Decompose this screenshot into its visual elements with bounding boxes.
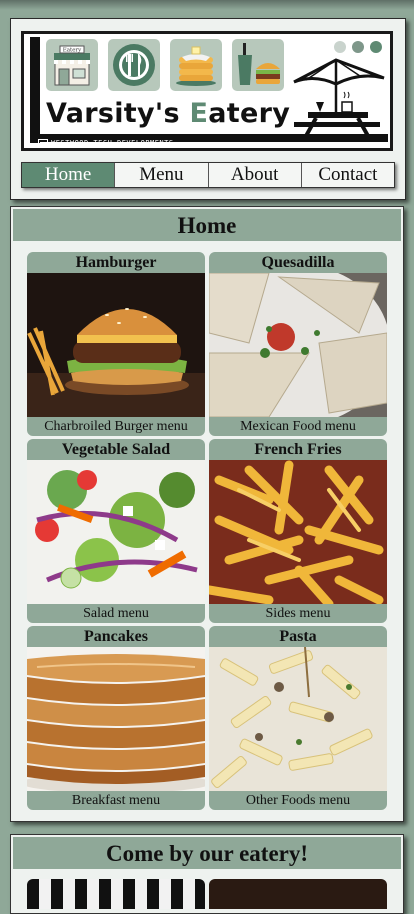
- main-nav: Home Menu About Contact: [21, 162, 395, 188]
- menu-card-quesadilla[interactable]: Quesadilla Mexican Food menu: [209, 252, 387, 436]
- card-caption: Other Foods menu: [245, 793, 351, 808]
- storefront-sign-text: Eatery: [63, 48, 82, 54]
- brand-name-part1: Varsity's: [46, 98, 190, 129]
- quesadilla-photo: [209, 273, 387, 417]
- card-title: Vegetable Salad: [61, 441, 171, 458]
- tagline-text: WESTWOOD TECH DEVELOPMENTS: [51, 139, 174, 147]
- menu-card-hamburger[interactable]: Hamburger Charbroiled Burger menu: [27, 252, 205, 436]
- nav-about[interactable]: About: [209, 163, 302, 187]
- card-caption: Sides menu: [265, 606, 331, 621]
- brand-name-part2: atery: [208, 98, 291, 129]
- plate-utensils-icon: [108, 39, 160, 91]
- menu-card-french-fries[interactable]: French Fries Sides menu: [209, 439, 387, 623]
- picnic-umbrella-icon: [292, 58, 385, 139]
- card-title: Hamburger: [75, 254, 157, 271]
- nav-contact[interactable]: Contact: [302, 163, 394, 187]
- card-title: Quesadilla: [261, 254, 335, 271]
- menu-card-pasta[interactable]: Pasta Other Foods menu: [209, 626, 387, 810]
- awning-photo: [27, 879, 205, 909]
- card-caption: Charbroiled Burger menu: [44, 419, 188, 434]
- card-caption: Breakfast menu: [71, 793, 161, 808]
- brand-banner: Eatery Varsity's Eatery WESTWOOD TECH DE…: [21, 31, 393, 151]
- card-title: French Fries: [254, 441, 342, 458]
- nav-home[interactable]: Home: [22, 163, 116, 187]
- interior-photo: [209, 879, 387, 909]
- pancakes-photo: [27, 647, 205, 791]
- menu-card-pancakes[interactable]: Pancakes Breakfast menu: [27, 626, 205, 810]
- section-title: Come by our eatery!: [13, 837, 401, 869]
- top-bar: [0, 0, 414, 10]
- brand-name-accent: E: [189, 98, 209, 129]
- menu-card-vegetable-salad[interactable]: Vegetable Salad Salad menu: [27, 439, 205, 623]
- banner-accent-bar: [30, 37, 40, 143]
- card-title: Pasta: [279, 628, 317, 645]
- card-caption: Mexican Food menu: [240, 419, 356, 434]
- card-caption: Salad menu: [83, 606, 149, 621]
- brand-name: Varsity's Eatery: [46, 98, 290, 129]
- soda-burger-icon: [232, 39, 284, 91]
- site-header: Eatery Varsity's Eatery WESTWOOD TECH DE…: [10, 18, 406, 200]
- salad-photo: [27, 460, 205, 604]
- card-title: Pancakes: [84, 628, 148, 645]
- storefront-icon: Eatery: [46, 39, 98, 91]
- home-section: Home Hamburger Charbroiled Burger menu Q…: [10, 206, 404, 822]
- visit-section: Come by our eatery!: [10, 834, 404, 914]
- hamburger-photo: [27, 273, 205, 417]
- fries-photo: [209, 460, 387, 604]
- pasta-photo: [209, 647, 387, 791]
- tagline-logo-icon: [38, 139, 48, 147]
- section-title: Home: [13, 209, 401, 241]
- nav-menu[interactable]: Menu: [115, 163, 209, 187]
- tagline: WESTWOOD TECH DEVELOPMENTS: [38, 139, 174, 147]
- pancakes-icon: [170, 39, 222, 91]
